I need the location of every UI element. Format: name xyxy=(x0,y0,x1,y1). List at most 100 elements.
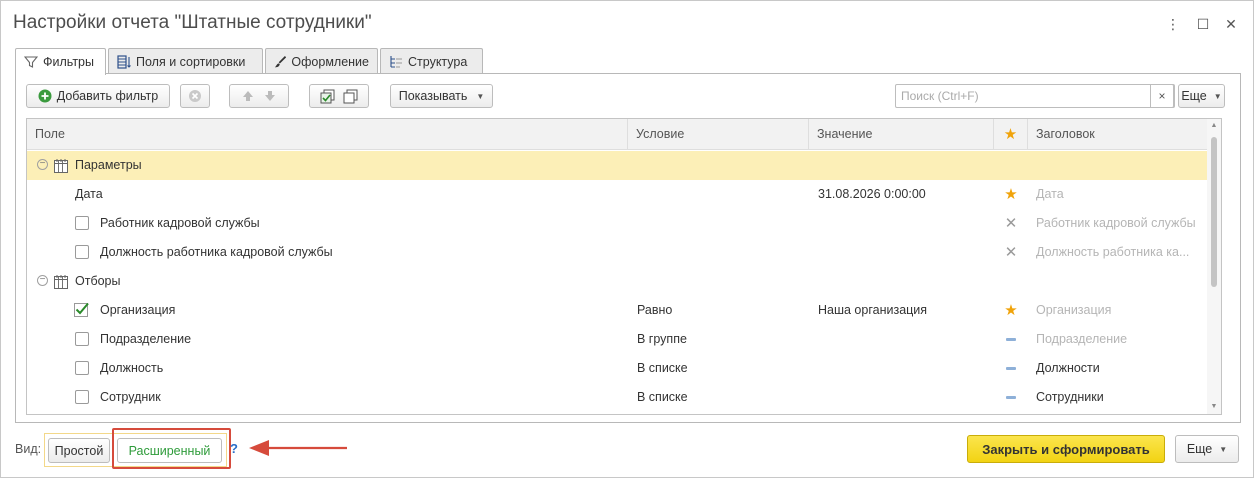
filters-panel: Добавить фильтр Показывать ▼ × Еще ▼ xyxy=(15,73,1241,423)
tab-label: Поля и сортировки xyxy=(136,54,246,69)
more-actions-icon[interactable]: ⋮ xyxy=(1164,15,1182,33)
delete-button[interactable] xyxy=(180,84,210,108)
row-checkbox[interactable] xyxy=(75,216,89,230)
check-buttons xyxy=(309,84,369,108)
simple-view-button[interactable]: Простой xyxy=(48,438,110,463)
search-input[interactable] xyxy=(896,85,1132,107)
row-checkbox[interactable] xyxy=(75,361,89,375)
scroll-down-icon[interactable]: ▼ xyxy=(1207,400,1221,414)
table-group-row[interactable]: − Отборы xyxy=(27,267,1209,296)
column-header-condition[interactable]: Условие xyxy=(628,119,809,150)
field-cell: Сотрудник xyxy=(100,390,161,404)
tab-label: Оформление xyxy=(291,54,369,69)
show-label: Показывать xyxy=(398,89,468,103)
dash-icon[interactable] xyxy=(994,325,1028,354)
column-header-value[interactable]: Значение xyxy=(809,119,994,150)
condition-cell[interactable]: В группе xyxy=(637,325,687,354)
collapse-icon[interactable]: − xyxy=(37,159,48,170)
value-cell[interactable]: Наша организация xyxy=(818,296,927,325)
table-row[interactable]: Организация Равно Наша организация ★ Организ… xyxy=(27,296,1209,325)
table-group-row[interactable]: − Параметры xyxy=(27,151,1209,180)
row-checkbox[interactable] xyxy=(75,390,89,404)
help-link[interactable]: ? xyxy=(230,441,238,456)
scroll-thumb[interactable] xyxy=(1211,137,1217,287)
row-checkbox[interactable] xyxy=(74,302,89,317)
view-label: Вид: xyxy=(15,442,42,456)
filters-group-icon xyxy=(54,275,68,289)
row-checkbox[interactable] xyxy=(75,245,89,259)
x-icon[interactable]: ✕ xyxy=(994,238,1028,267)
tab-filters[interactable]: Фильтры xyxy=(15,48,106,75)
field-cell: Организация xyxy=(100,303,176,317)
footer-more-button[interactable]: Еще ▼ xyxy=(1175,435,1239,463)
dash-icon[interactable] xyxy=(994,354,1028,383)
star-icon[interactable]: ★ xyxy=(994,180,1028,209)
table-row[interactable]: Должность работника кадровой службы ✕ Долж… xyxy=(27,238,1209,267)
tab-fields-sorting[interactable]: Поля и сортировки xyxy=(108,48,263,74)
collapse-icon[interactable]: − xyxy=(37,275,48,286)
close-icon[interactable]: ✕ xyxy=(1222,15,1240,33)
filters-table: Поле Условие Значение ★ Заголовок − Парам… xyxy=(26,118,1222,415)
brush-icon xyxy=(274,55,287,67)
value-cell[interactable]: 31.08.2026 0:00:00 xyxy=(818,180,926,209)
table-row[interactable]: Дата 31.08.2026 0:00:00 ★ Дата xyxy=(27,180,1209,209)
add-icon xyxy=(38,89,52,103)
caption-cell[interactable]: Работник кадровой службы xyxy=(1036,209,1196,238)
tab-structure[interactable]: Структура xyxy=(380,48,483,74)
footer-more-label: Еще xyxy=(1186,442,1213,456)
structure-icon xyxy=(390,55,402,68)
more-label: Еще xyxy=(1181,89,1207,103)
column-header-caption[interactable]: Заголовок xyxy=(1028,119,1209,150)
column-header-star-icon[interactable]: ★ xyxy=(994,119,1028,150)
group-label: Отборы xyxy=(75,274,121,288)
field-cell: Дата xyxy=(75,187,103,201)
checkmark-icon xyxy=(74,302,89,317)
filter-icon xyxy=(24,56,38,68)
close-and-generate-button[interactable]: Закрыть и сформировать xyxy=(967,435,1165,463)
chevron-down-icon: ▼ xyxy=(1213,91,1222,101)
condition-cell[interactable]: В списке xyxy=(637,383,688,412)
maximize-icon[interactable]: ☐ xyxy=(1194,15,1212,33)
table-row[interactable]: Должность В списке Должности xyxy=(27,354,1209,383)
search-field: × xyxy=(895,84,1175,108)
tab-appearance[interactable]: Оформление xyxy=(265,48,378,74)
clear-search-button[interactable]: × xyxy=(1150,84,1174,108)
add-filter-label: Добавить фильтр xyxy=(56,89,159,103)
table-row[interactable]: Работник кадровой службы ✕ Работник кадров… xyxy=(27,209,1209,238)
condition-cell[interactable]: В списке xyxy=(637,354,688,383)
dash-icon[interactable] xyxy=(994,383,1028,412)
move-up-icon[interactable] xyxy=(241,89,255,103)
group-label: Параметры xyxy=(75,158,142,172)
show-dropdown-button[interactable]: Показывать ▼ xyxy=(390,84,493,108)
annotation-arrow-icon xyxy=(249,440,347,456)
caption-cell[interactable]: Сотрудники xyxy=(1036,383,1104,412)
scroll-up-icon[interactable]: ▲ xyxy=(1207,119,1221,133)
caption-cell[interactable]: Организация xyxy=(1036,296,1111,325)
table-row[interactable]: Сотрудник В списке Сотрудники xyxy=(27,383,1209,412)
star-icon[interactable]: ★ xyxy=(994,296,1028,325)
chevron-down-icon: ▼ xyxy=(1219,444,1228,454)
settings-window: Настройки отчета "Штатные сотрудники" ⋮ … xyxy=(0,0,1254,478)
column-header-field[interactable]: Поле xyxy=(27,119,628,150)
check-all-icon[interactable] xyxy=(320,89,335,104)
caption-cell[interactable]: Подразделение xyxy=(1036,325,1127,354)
field-cell: Подразделение xyxy=(100,332,192,346)
uncheck-all-icon[interactable] xyxy=(343,89,358,104)
toolbar-more-button[interactable]: Еще ▼ xyxy=(1178,84,1225,108)
vertical-scrollbar[interactable]: ▲ ▼ xyxy=(1207,119,1221,414)
chevron-down-icon: ▼ xyxy=(476,91,485,101)
condition-cell[interactable]: Равно xyxy=(637,296,672,325)
caption-cell[interactable]: Дата xyxy=(1036,180,1064,209)
table-row[interactable]: Подразделение В группе Подразделение xyxy=(27,325,1209,354)
add-filter-button[interactable]: Добавить фильтр xyxy=(26,84,170,108)
tab-label: Структура xyxy=(408,54,468,69)
columns-sort-icon xyxy=(117,54,131,69)
move-down-icon[interactable] xyxy=(263,89,277,103)
row-checkbox[interactable] xyxy=(75,332,89,346)
caption-cell[interactable]: Должности xyxy=(1036,354,1100,383)
annotation-highlight-box xyxy=(112,428,231,469)
caption-cell[interactable]: Должность работника ка... xyxy=(1036,238,1189,267)
move-buttons xyxy=(229,84,289,108)
parameters-icon xyxy=(54,159,68,173)
x-icon[interactable]: ✕ xyxy=(994,209,1028,238)
